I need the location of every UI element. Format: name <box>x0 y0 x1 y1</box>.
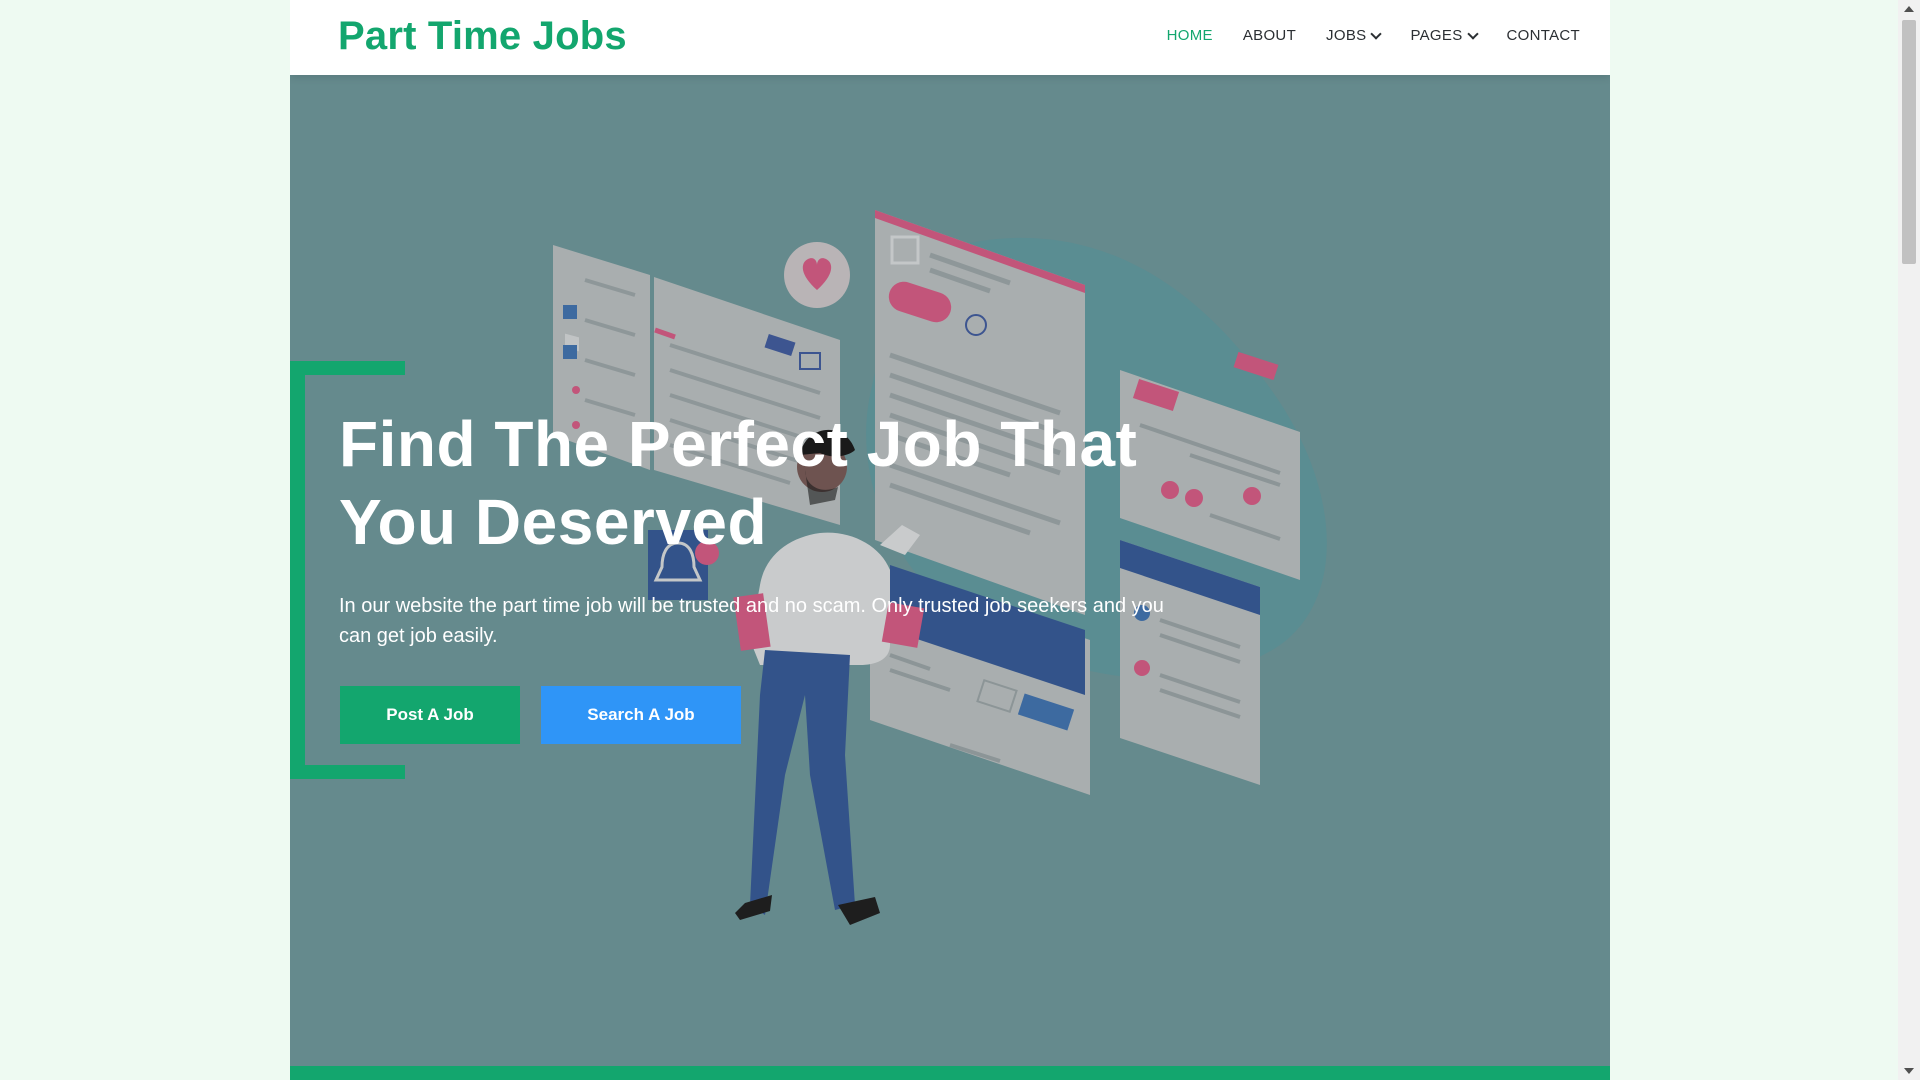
scrollbar-thumb[interactable] <box>1902 20 1916 264</box>
bottom-accent-bar <box>290 1066 1610 1080</box>
chevron-down-icon <box>1370 27 1383 40</box>
post-job-button[interactable]: Post A Job <box>340 686 520 744</box>
nav-about-label: ABOUT <box>1242 27 1297 44</box>
nav-home-label: HOME <box>1166 27 1213 44</box>
nav-item-pages[interactable]: PAGES <box>1410 27 1479 44</box>
nav-item-about[interactable]: ABOUT <box>1243 27 1296 44</box>
nav-item-contact[interactable]: CONTACT <box>1507 27 1580 44</box>
page-container: Part Time Jobs HOME ABOUT JOBS PAGES CON… <box>290 0 1610 1080</box>
hero-subtitle: In our website the part time job will be… <box>339 595 1164 647</box>
nav-item-home[interactable]: HOME <box>1167 27 1213 44</box>
hero-title-line-2: You Deserved <box>339 486 768 558</box>
page-scrollbar[interactable] <box>1898 0 1920 1080</box>
chevron-down-icon <box>1466 27 1479 40</box>
hero-content: Find The Perfect Job That You Deserved I… <box>339 405 1239 744</box>
hero-title: Find The Perfect Job That You Deserved <box>339 405 1239 561</box>
search-job-button[interactable]: Search A Job <box>541 686 741 744</box>
scroll-down-icon[interactable] <box>1904 1068 1914 1074</box>
nav-item-jobs[interactable]: JOBS <box>1326 27 1383 44</box>
scroll-up-icon[interactable] <box>1904 6 1914 12</box>
hero-title-line-1: Find The Perfect Job That <box>339 408 1138 480</box>
hero-buttons: Post A Job Search A Job <box>339 686 1239 744</box>
site-logo[interactable]: Part Time Jobs <box>338 14 627 59</box>
main-nav: HOME ABOUT JOBS PAGES CONTACT <box>1137 27 1580 44</box>
navbar: Part Time Jobs HOME ABOUT JOBS PAGES CON… <box>290 0 1610 75</box>
nav-contact-label: CONTACT <box>1506 27 1580 44</box>
nav-pages-label: PAGES <box>1410 27 1463 44</box>
nav-jobs-label: JOBS <box>1326 27 1367 44</box>
